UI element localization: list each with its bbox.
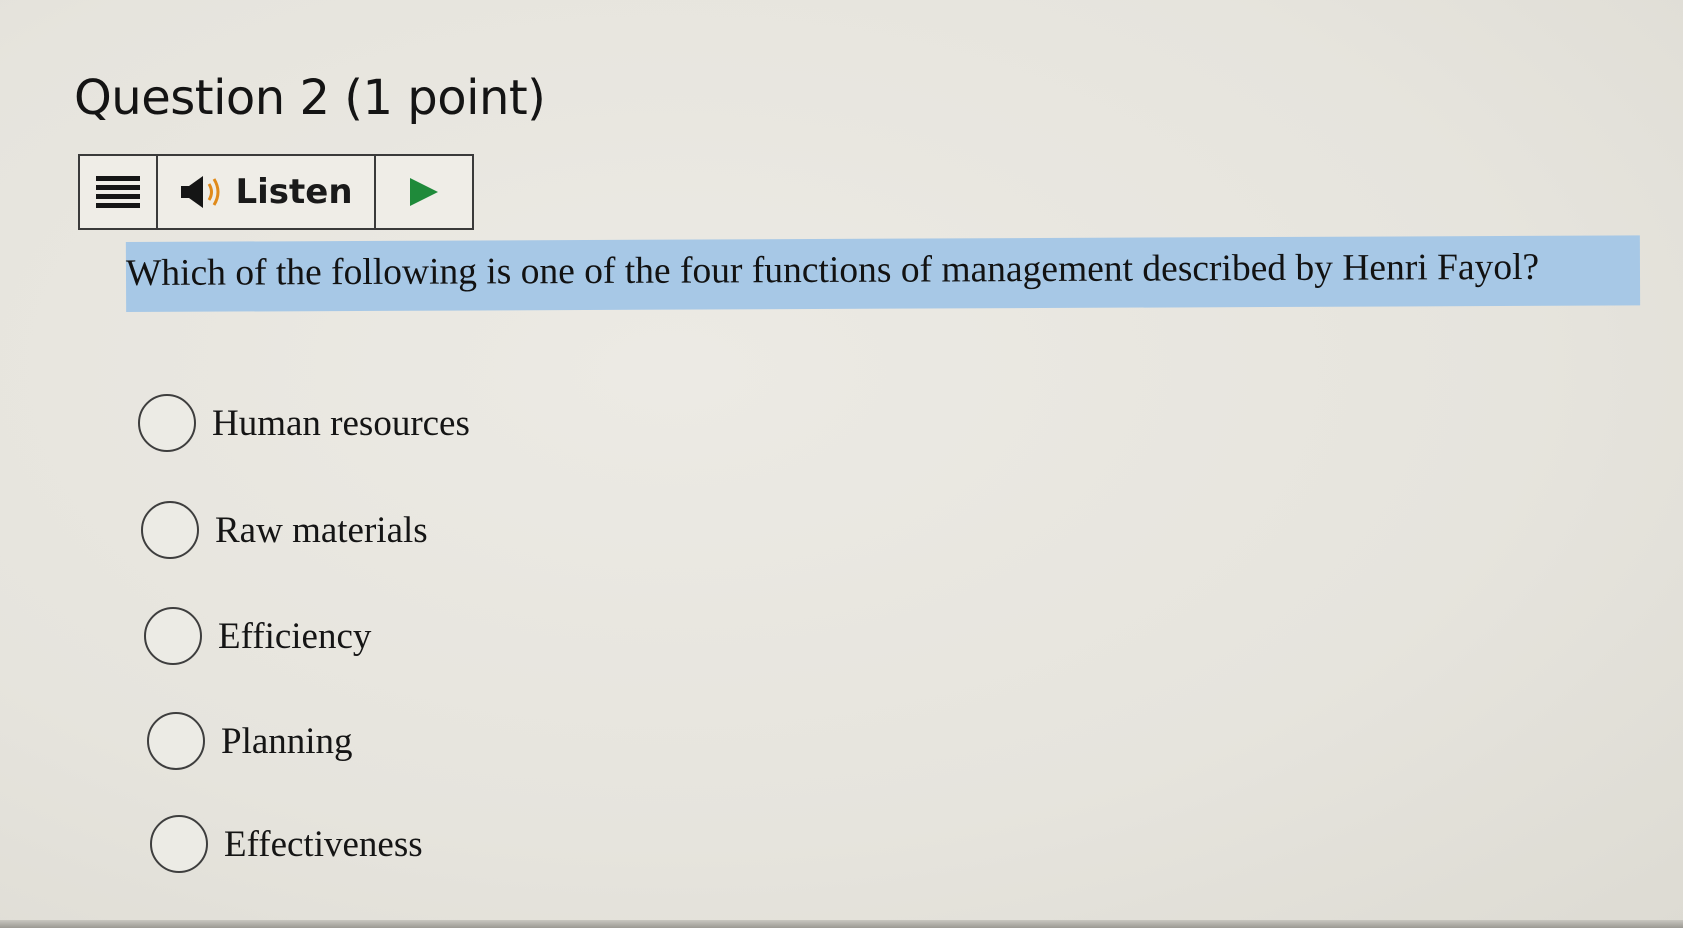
option-human-resources[interactable]: Human resources [138, 394, 470, 452]
listen-toolbar: Listen [78, 154, 474, 230]
quiz-page: Question 2 (1 point) Listen Which of the [0, 0, 1683, 928]
option-label: Human resources [212, 402, 470, 444]
option-label: Raw materials [215, 509, 428, 551]
listen-label: Listen [235, 172, 353, 212]
option-label: Effectiveness [224, 823, 423, 865]
radio-button[interactable] [147, 712, 205, 770]
option-label: Efficiency [218, 615, 372, 657]
radio-button[interactable] [141, 501, 199, 559]
speaker-icon [181, 176, 220, 208]
option-planning[interactable]: Planning [147, 712, 353, 770]
screen-bottom-edge [0, 920, 1683, 928]
radio-button[interactable] [150, 815, 208, 873]
option-effectiveness[interactable]: Effectiveness [150, 815, 423, 873]
question-text: Which of the following is one of the fou… [125, 235, 1641, 312]
option-label: Planning [221, 720, 353, 762]
menu-icon [96, 176, 140, 208]
question-heading: Question 2 (1 point) [74, 70, 546, 126]
menu-button[interactable] [80, 156, 158, 228]
radio-button[interactable] [144, 607, 202, 665]
option-efficiency[interactable]: Efficiency [144, 607, 371, 665]
option-raw-materials[interactable]: Raw materials [141, 501, 428, 559]
radio-button[interactable] [138, 394, 196, 452]
listen-button[interactable]: Listen [158, 156, 376, 228]
play-button[interactable] [376, 156, 472, 228]
play-icon [410, 178, 438, 206]
